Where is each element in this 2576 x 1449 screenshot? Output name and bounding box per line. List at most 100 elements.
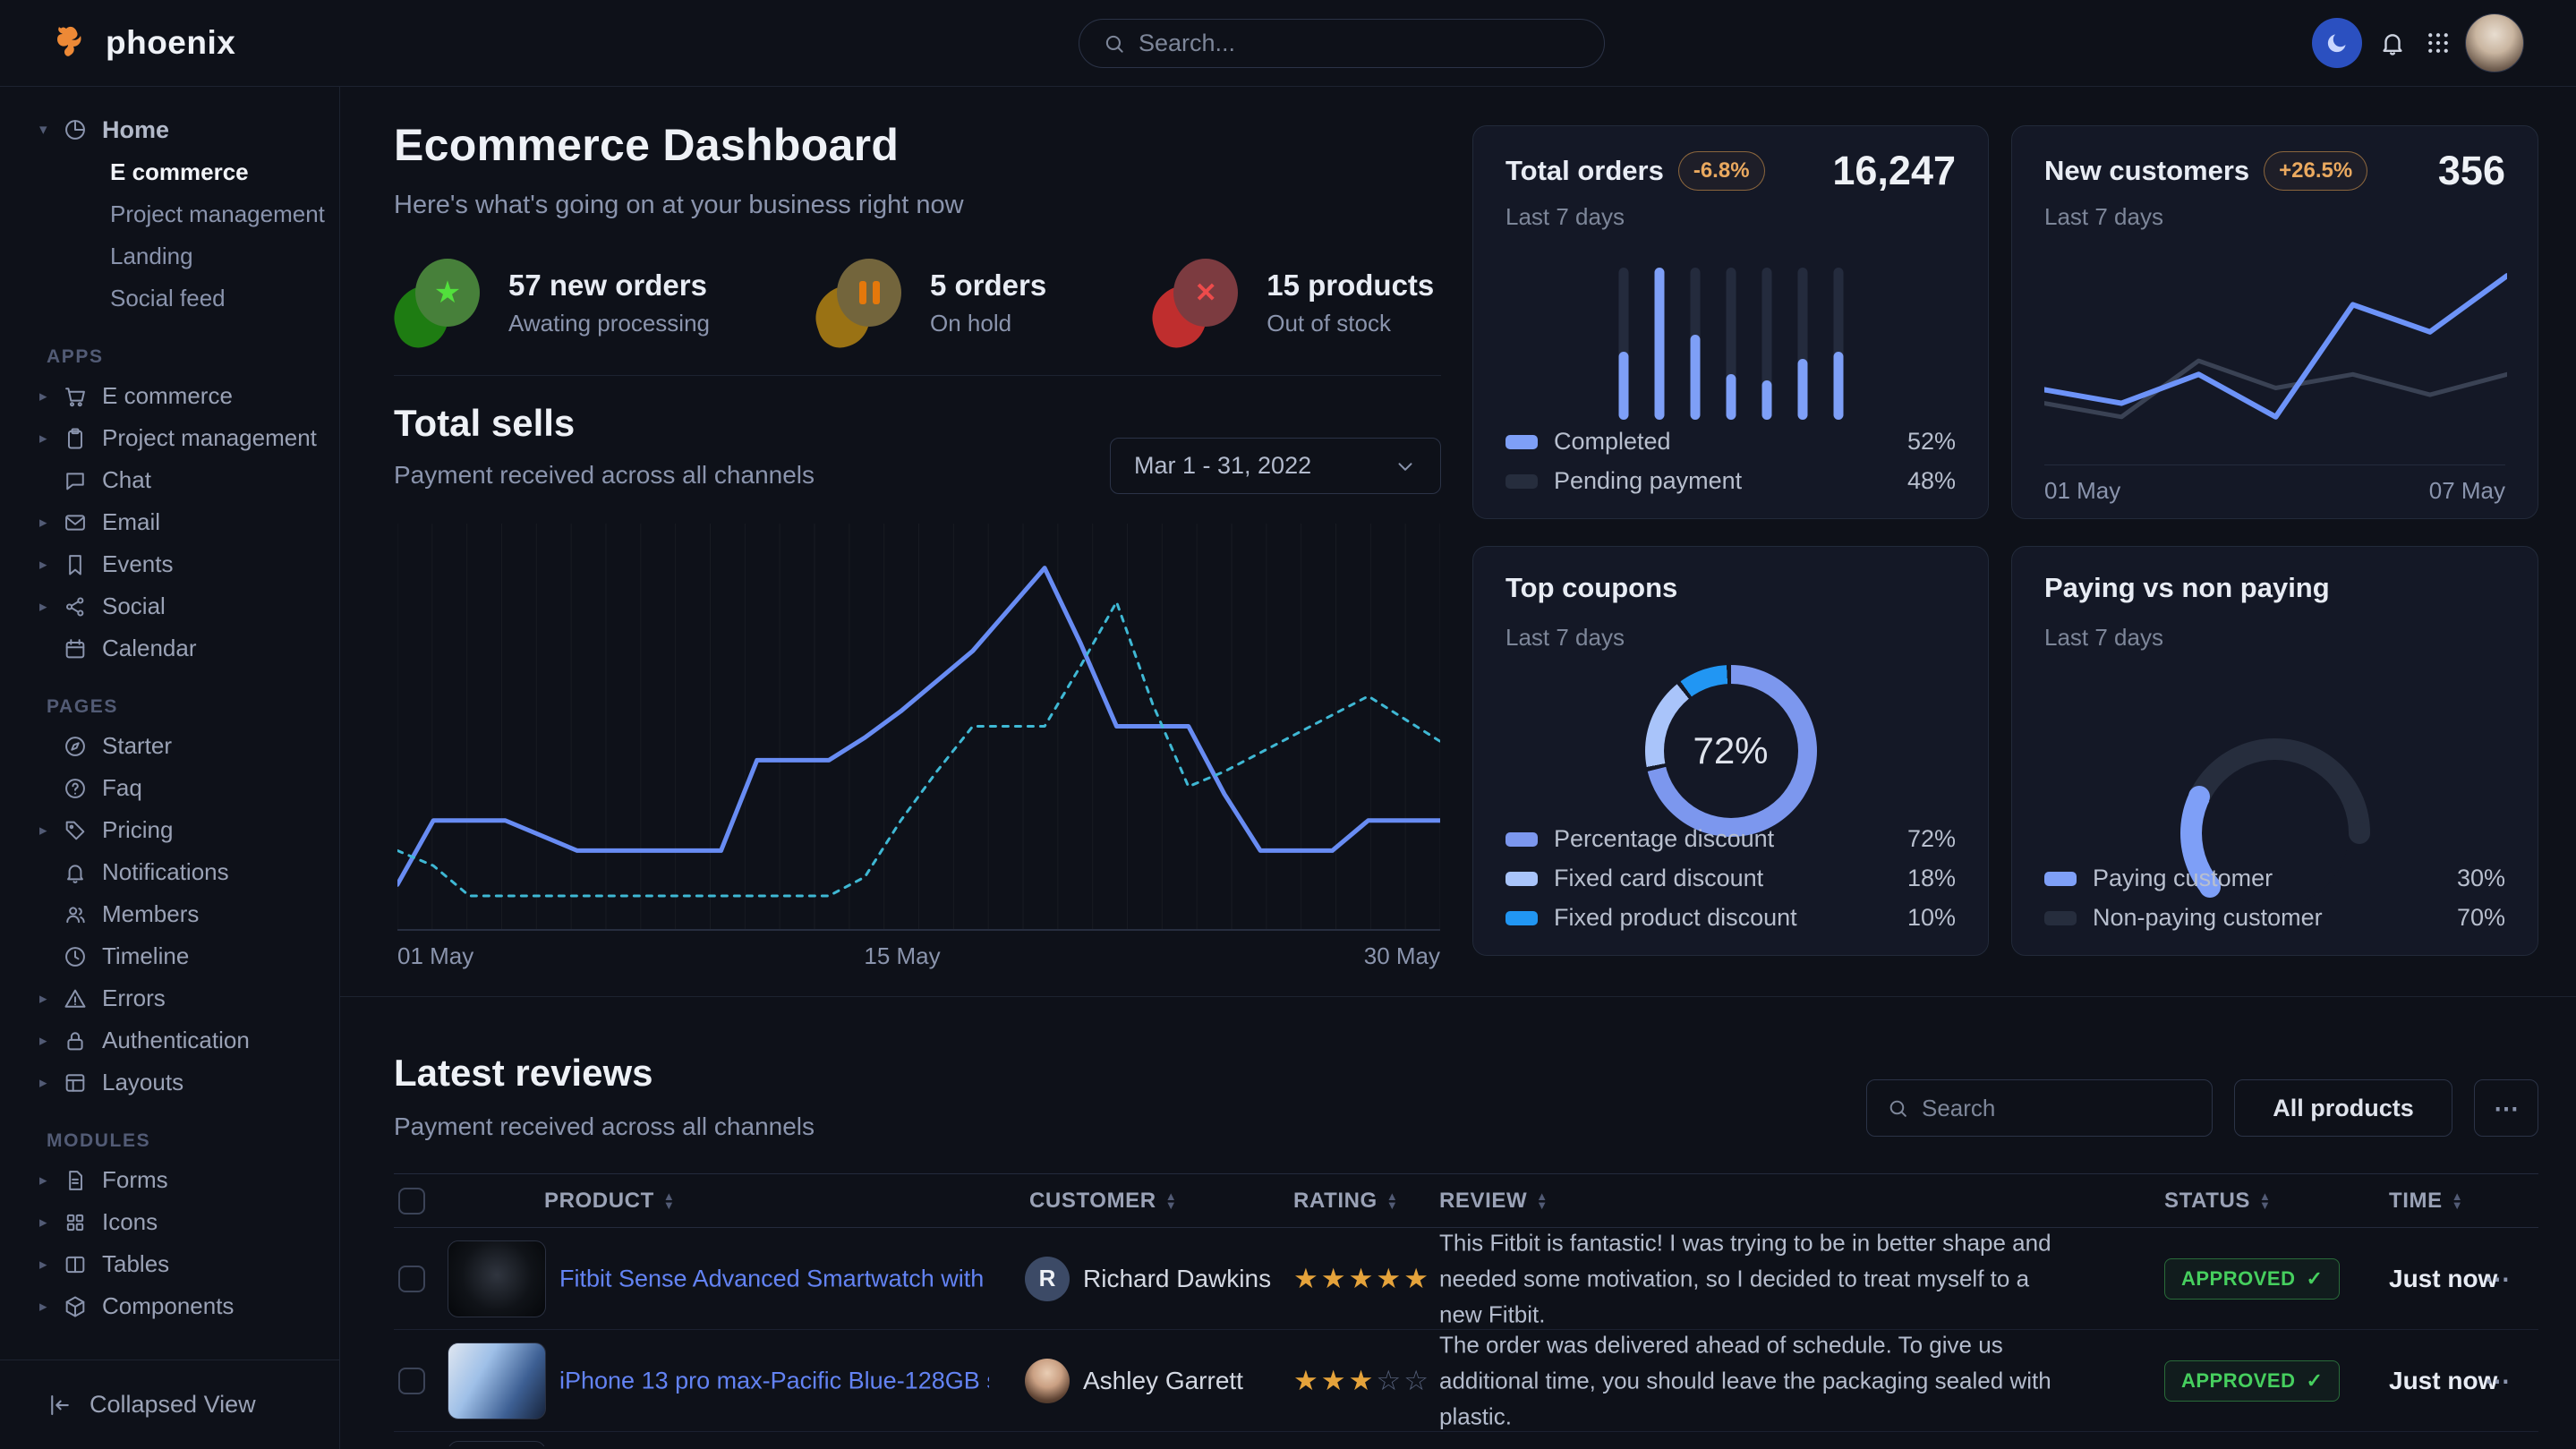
sidebar-item-timeline[interactable]: Timeline: [0, 935, 339, 977]
collapse-sidebar-button[interactable]: Collapsed View: [0, 1360, 339, 1449]
all-products-filter-button[interactable]: All products: [2234, 1079, 2452, 1137]
search-icon: [1103, 32, 1126, 55]
sidebar-item-social-feed[interactable]: Social feed: [0, 277, 339, 320]
legend-row: Percentage discount72%: [1506, 825, 1956, 853]
tag-icon: [63, 818, 102, 843]
total-orders-value: 16,247: [1832, 148, 1956, 194]
pie-icon: [63, 117, 102, 142]
customer-avatar[interactable]: R: [1025, 1257, 1070, 1301]
legend-chip: [1506, 435, 1538, 449]
sidebar-item-forms[interactable]: ▸ Forms: [0, 1159, 339, 1201]
sidebar-item-notifications[interactable]: Notifications: [0, 851, 339, 893]
sidebar-item-project-management[interactable]: ▸ Project management: [0, 417, 339, 459]
chevron-right-icon: ▸: [39, 1032, 63, 1050]
row-checkbox[interactable]: [398, 1266, 425, 1292]
sort-icon: [663, 1192, 675, 1210]
customer-avatar[interactable]: [1025, 1359, 1070, 1403]
card-period: Last 7 days: [1506, 624, 1625, 652]
column-header-rating[interactable]: RATING: [1293, 1189, 1398, 1214]
row-checkbox[interactable]: [398, 1368, 425, 1394]
sidebar-item-home[interactable]: ▾ Home: [0, 108, 339, 151]
chevron-right-icon: ▸: [39, 514, 63, 532]
sidebar-item-social[interactable]: ▸ Social: [0, 585, 339, 627]
sidebar-item-e-commerce-home[interactable]: E commerce: [0, 151, 339, 193]
product-thumbnail[interactable]: [448, 1342, 546, 1419]
column-header-status[interactable]: STATUS: [2164, 1189, 2272, 1214]
row-menu-button[interactable]: ⋯: [2470, 1264, 2524, 1293]
grid-icon: [63, 1210, 102, 1235]
sidebar-item-layouts[interactable]: ▸ Layouts: [0, 1061, 339, 1104]
reviews-search-input[interactable]: [1922, 1095, 2192, 1122]
column-header-review[interactable]: REVIEW: [1439, 1189, 1548, 1214]
cube-icon: [63, 1294, 102, 1319]
total-sells-title: Total sells: [394, 402, 575, 445]
sidebar-item-chat[interactable]: Chat: [0, 459, 339, 501]
legend-row: Pending payment48%: [1506, 467, 1956, 495]
chat-icon: [63, 468, 102, 493]
total-orders-card: Total orders -6.8% 16,247 Last 7 days Co…: [1472, 125, 1989, 519]
apps-menu-button[interactable]: [2417, 21, 2460, 64]
sidebar-item-components[interactable]: ▸ Components: [0, 1285, 339, 1327]
compass-icon: [63, 734, 102, 759]
new-customers-value: 356: [2438, 148, 2505, 194]
theme-toggle-button[interactable]: [2312, 18, 2362, 68]
reviews-more-button[interactable]: ⋯: [2474, 1079, 2538, 1137]
brand-logo[interactable]: phoenix: [50, 21, 235, 64]
sidebar-item-authentication[interactable]: ▸ Authentication: [0, 1019, 339, 1061]
notifications-button[interactable]: [2371, 21, 2414, 64]
divider: [394, 375, 1441, 376]
reviews-search[interactable]: [1866, 1079, 2213, 1137]
ellipsis-icon: ⋯: [2494, 1095, 2519, 1122]
sidebar-item-faq[interactable]: Faq: [0, 767, 339, 809]
latest-reviews-subtitle: Payment received across all channels: [394, 1112, 815, 1141]
sidebar-item-calendar[interactable]: Calendar: [0, 627, 339, 669]
app-root: phoenix ▾ Home E commerce Project manage…: [0, 0, 2576, 1449]
quick-stats: ★ 57 new ordersAwating processing 5 orde…: [394, 259, 1434, 346]
sidebar-item-events[interactable]: ▸ Events: [0, 543, 339, 585]
sidebar-item-tables[interactable]: ▸ Tables: [0, 1243, 339, 1285]
sort-icon: [1386, 1192, 1398, 1210]
legend-row: Non-paying customer70%: [2044, 904, 2505, 932]
sidebar-item-pricing[interactable]: ▸ Pricing: [0, 809, 339, 851]
warning-icon: [63, 986, 102, 1011]
legend-chip: [1506, 911, 1538, 925]
sidebar-item-starter[interactable]: Starter: [0, 725, 339, 767]
chevron-right-icon: ▸: [39, 556, 63, 574]
chevron-right-icon: ▸: [39, 388, 63, 405]
product-link[interactable]: Fitbit Sense Advanced Smartwatch with To…: [559, 1265, 989, 1292]
card-period: Last 7 days: [2044, 203, 2163, 231]
sidebar-item-landing[interactable]: Landing: [0, 235, 339, 277]
card-title: Paying vs non paying: [2044, 572, 2330, 604]
sidebar-item-e-commerce[interactable]: ▸ E commerce: [0, 375, 339, 417]
date-range-select[interactable]: Mar 1 - 31, 2022: [1110, 438, 1441, 494]
moon-icon: [2324, 30, 2350, 55]
search-input[interactable]: [1139, 30, 1581, 57]
select-all-checkbox[interactable]: [398, 1188, 425, 1215]
column-header-time[interactable]: TIME: [2389, 1189, 2463, 1214]
product-link[interactable]: iPhone 13 pro max-Pacific Blue-128GB sto…: [559, 1367, 989, 1394]
top-coupons-card: Top coupons Last 7 days 72% Percentage d…: [1472, 546, 1989, 956]
legend-chip: [1506, 832, 1538, 847]
chevron-down-icon: [1394, 455, 1417, 478]
page-title: Ecommerce Dashboard: [394, 119, 899, 171]
product-thumbnail[interactable]: [448, 1240, 546, 1317]
chevron-right-icon: ▸: [39, 1298, 63, 1316]
column-header-product[interactable]: PRODUCT: [544, 1189, 675, 1214]
orders-bar-chart: [1618, 268, 1843, 420]
sidebar-item-errors[interactable]: ▸ Errors: [0, 977, 339, 1019]
bell-icon: [63, 860, 102, 885]
users-icon: [63, 902, 102, 927]
global-search[interactable]: [1079, 19, 1605, 68]
column-header-customer[interactable]: CUSTOMER: [1029, 1189, 1177, 1214]
row-menu-button[interactable]: ⋯: [2470, 1366, 2524, 1395]
sidebar-item-email[interactable]: ▸ Email: [0, 501, 339, 543]
lock-icon: [63, 1028, 102, 1053]
sidebar-item-icons[interactable]: ▸ Icons: [0, 1201, 339, 1243]
sidebar-item-project-management-home[interactable]: Project management: [0, 193, 339, 235]
search-icon: [1887, 1097, 1909, 1120]
rating-stars: ★★★☆☆: [1293, 1365, 1431, 1397]
chevron-right-icon: ▸: [39, 990, 63, 1008]
user-avatar[interactable]: [2465, 13, 2524, 72]
review-text: This Fitbit is fantastic! I was trying t…: [1439, 1224, 2066, 1333]
sidebar-item-members[interactable]: Members: [0, 893, 339, 935]
